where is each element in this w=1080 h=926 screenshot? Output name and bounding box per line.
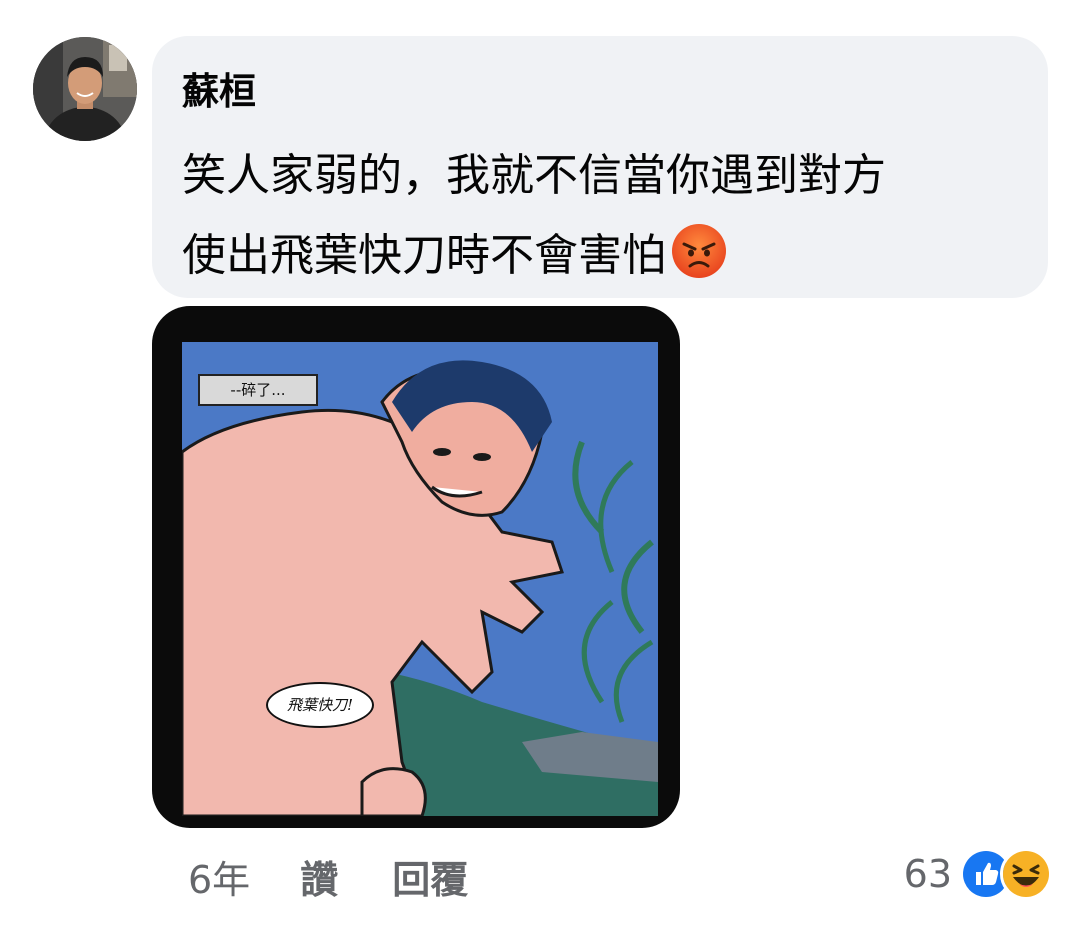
comic-speech-bubble: 飛葉快刀! — [266, 682, 374, 728]
comment-image-attachment[interactable]: --碎了... 飛葉快刀! — [152, 306, 680, 828]
author-avatar[interactable] — [33, 37, 137, 141]
haha-reaction-icon — [1000, 848, 1052, 900]
comment-author-name[interactable]: 蘇桓 — [182, 66, 256, 118]
pouting-face-icon — [670, 222, 728, 280]
reaction-summary[interactable]: 63 — [904, 846, 1052, 902]
comic-illustration — [182, 342, 658, 816]
comic-panel: --碎了... 飛葉快刀! — [182, 342, 658, 816]
reply-button[interactable]: 回覆 — [392, 849, 468, 904]
comment-text-line-2: 使出飛葉快刀時不會害怕 — [182, 230, 666, 281]
like-button[interactable]: 讚 — [300, 849, 338, 904]
comment-bubble: 蘇桓 笑人家弱的，我就不信當你遇到對方 使出飛葉快刀時不會害怕 — [152, 36, 1048, 298]
reaction-count: 63 — [903, 852, 952, 896]
comment-timestamp[interactable]: 6年 — [188, 849, 250, 904]
comment-text-line-1: 笑人家弱的，我就不信當你遇到對方 — [182, 150, 886, 201]
comment-text: 笑人家弱的，我就不信當你遇到對方 使出飛葉快刀時不會害怕 — [182, 136, 1032, 296]
comment-actions: 6年 讚 回覆 — [188, 850, 468, 902]
avatar-image — [33, 37, 137, 141]
comic-caption-box: --碎了... — [198, 374, 318, 406]
